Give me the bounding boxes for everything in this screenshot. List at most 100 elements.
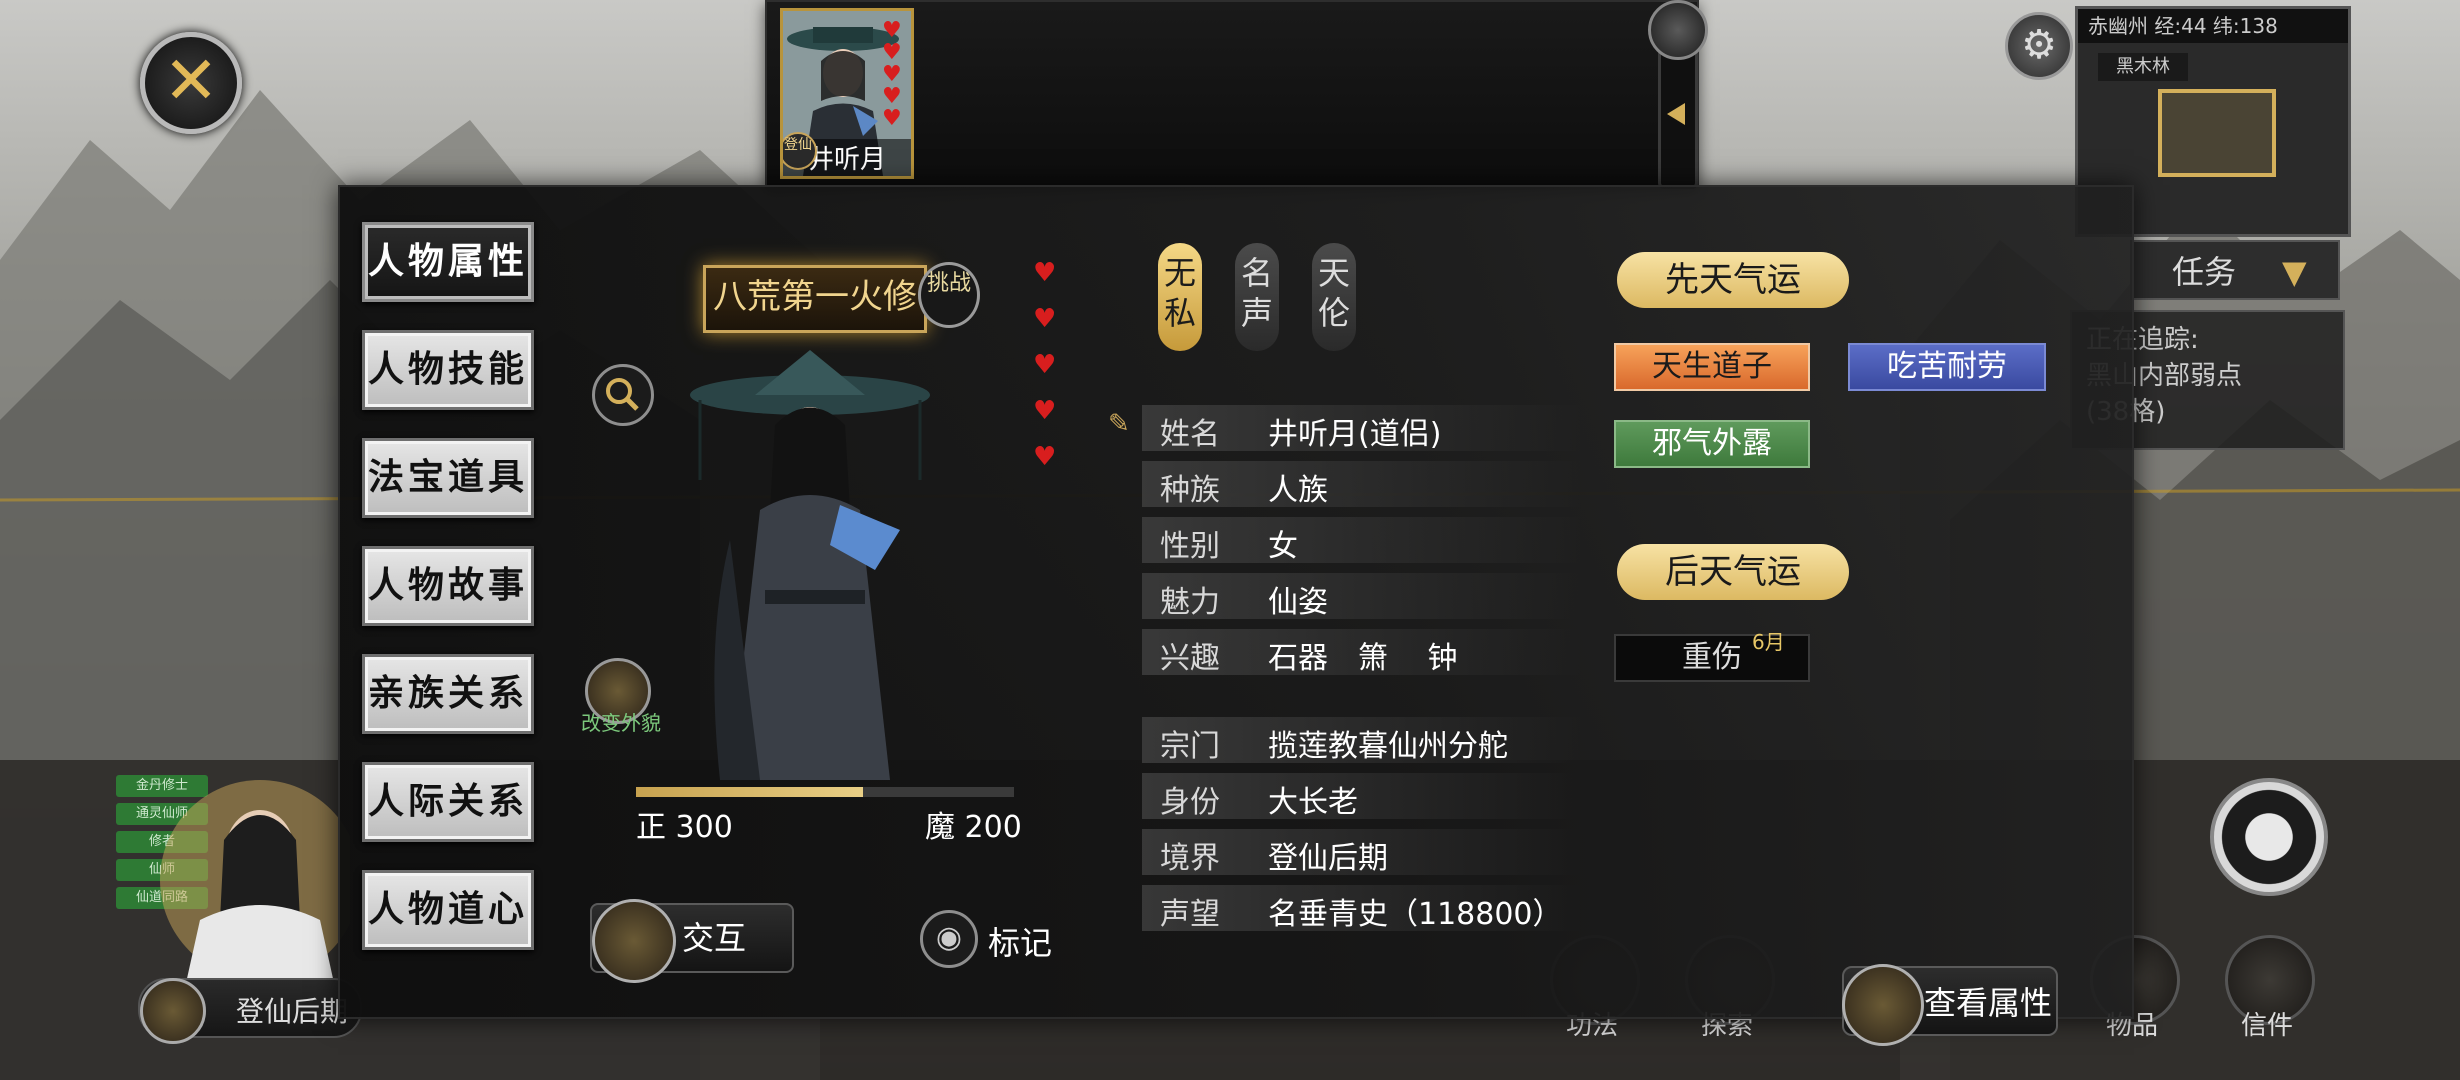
character-figure bbox=[690, 350, 930, 780]
player-avatar[interactable] bbox=[150, 770, 350, 1010]
info-key: 性别 bbox=[1160, 529, 1220, 564]
nav-family[interactable]: 亲族关系 bbox=[362, 654, 534, 734]
minimap-location: 黑木林 bbox=[2098, 53, 2188, 81]
view-attributes-button[interactable]: 查看属性 bbox=[1842, 964, 2058, 1046]
info-key: 宗门 bbox=[1160, 729, 1220, 764]
info-value: 人族 bbox=[1268, 473, 1328, 508]
player-realm-tag[interactable]: 登仙后期 bbox=[138, 978, 362, 1044]
info-value: 石器 箫 钟 bbox=[1268, 641, 1458, 676]
info-key: 声望 bbox=[1160, 897, 1220, 932]
coins-icon[interactable] bbox=[1648, 0, 1708, 60]
tab-text: 天 bbox=[1317, 254, 1350, 292]
realm-badge: 登仙 bbox=[783, 132, 817, 170]
view-attributes-label: 查看属性 bbox=[1924, 984, 2053, 1022]
heart-icon: ♥ bbox=[882, 106, 902, 131]
trait-badge[interactable]: 吃苦耐劳 bbox=[1848, 343, 2046, 391]
player-realm: 登仙后期 bbox=[236, 995, 349, 1028]
nav-treasures[interactable]: 法宝道具 bbox=[362, 438, 534, 518]
righteous-value: 正 300 bbox=[636, 810, 733, 845]
tab-text: 无 bbox=[1163, 254, 1196, 292]
info-row-charm: 魅力 仙姿 bbox=[1142, 573, 1582, 620]
info-key: 兴趣 bbox=[1160, 641, 1220, 676]
task-tab-label: 任务 bbox=[2172, 253, 2237, 291]
figure-icon bbox=[1842, 964, 1924, 1046]
minimap-marker bbox=[2158, 89, 2276, 177]
heart-icon: ♥ bbox=[1033, 442, 1057, 472]
info-key: 种族 bbox=[1160, 473, 1220, 508]
nav-story[interactable]: 人物故事 bbox=[362, 546, 534, 626]
tab-kinship[interactable]: 天 伦 bbox=[1312, 243, 1356, 351]
heart-icon: ♥ bbox=[1033, 396, 1057, 426]
mark-label: 标记 bbox=[988, 924, 1053, 962]
info-key: 身份 bbox=[1160, 785, 1220, 820]
info-value: 大长老 bbox=[1268, 785, 1358, 820]
info-value: 名垂青史（118800） bbox=[1268, 897, 1563, 932]
tab-text: 名 bbox=[1240, 254, 1273, 292]
tab-reputation[interactable]: 名 声 bbox=[1235, 243, 1279, 351]
innate-fortune-header: 先天气运 bbox=[1617, 252, 1849, 308]
demonic-value: 魔 200 bbox=[925, 810, 1022, 845]
zoom-button[interactable] bbox=[592, 364, 654, 426]
info-key: 魅力 bbox=[1160, 585, 1220, 620]
info-row-identity: 身份 大长老 bbox=[1142, 773, 1582, 820]
settings-gear-icon[interactable]: ⚙ bbox=[2005, 12, 2073, 80]
trait-badge[interactable]: 天生道子 bbox=[1614, 343, 1810, 391]
title-badge[interactable]: 八荒第一火修 bbox=[703, 265, 927, 333]
nav-attributes[interactable]: 人物属性 bbox=[362, 222, 534, 302]
info-value: 仙姿 bbox=[1268, 585, 1328, 620]
info-row-race: 种族 人族 bbox=[1142, 461, 1582, 508]
info-value: 登仙后期 bbox=[1268, 841, 1388, 876]
info-key: 姓名 bbox=[1160, 417, 1220, 452]
rename-brush-icon[interactable]: ✎ bbox=[1108, 409, 1142, 443]
trait-badge[interactable]: 邪气外露 bbox=[1614, 420, 1810, 468]
heart-icon: ♥ bbox=[882, 84, 902, 109]
tab-text: 声 bbox=[1240, 294, 1273, 332]
magnifier-icon bbox=[606, 378, 639, 411]
collapse-arrow-icon bbox=[1667, 103, 1685, 125]
info-value: 井听月(道侣) bbox=[1268, 417, 1442, 452]
alignment-bar-fill bbox=[636, 787, 863, 797]
close-button[interactable]: ✕ bbox=[140, 32, 242, 134]
acquired-trait-duration: 6月 bbox=[1752, 630, 1785, 654]
chevron-down-icon: ▼ bbox=[2282, 253, 2307, 291]
hand-icon bbox=[592, 899, 676, 983]
info-row-gender: 性别 女 bbox=[1142, 517, 1582, 564]
close-icon: ✕ bbox=[163, 42, 219, 119]
info-row-name: 姓名 井听月(道侣) bbox=[1142, 405, 1582, 452]
heart-icon: ♥ bbox=[1033, 304, 1057, 334]
change-appearance-label: 改变外貌 bbox=[581, 711, 661, 735]
realm-icon bbox=[140, 978, 206, 1044]
tab-text: 伦 bbox=[1317, 294, 1350, 332]
menu-label: 信件 bbox=[2240, 1011, 2293, 1041]
nav-relations[interactable]: 人际关系 bbox=[362, 762, 534, 842]
info-value: 女 bbox=[1268, 529, 1298, 564]
nav-dao-heart[interactable]: 人物道心 bbox=[362, 870, 534, 950]
info-value: 揽莲教暮仙州分舵 bbox=[1268, 729, 1508, 764]
mark-button[interactable]: ◉ 标记 bbox=[920, 910, 1064, 968]
info-row-interests: 兴趣 石器 箫 钟 bbox=[1142, 629, 1582, 676]
eye-icon: ◉ bbox=[920, 910, 978, 968]
info-row-realm: 境界 登仙后期 bbox=[1142, 829, 1582, 876]
nav-skills[interactable]: 人物技能 bbox=[362, 330, 534, 410]
task-tab[interactable]: 任务 ▼ bbox=[2130, 240, 2340, 300]
top-hearts: ♥ ♥ ♥ ♥ ♥ bbox=[882, 20, 904, 130]
heart-icon: ♥ bbox=[882, 62, 902, 87]
taiji-icon[interactable] bbox=[2210, 778, 2328, 896]
heart-icon: ♥ bbox=[1033, 258, 1057, 288]
heart-icon: ♥ bbox=[1033, 350, 1057, 380]
interact-button[interactable]: 交互 bbox=[590, 899, 794, 983]
heart-icon: ♥ bbox=[882, 40, 902, 65]
tab-selfless[interactable]: 无 私 bbox=[1158, 243, 1202, 351]
challenge-button[interactable]: 挑战 bbox=[918, 262, 980, 328]
info-row-prestige: 声望 名垂青史（118800） bbox=[1142, 885, 1582, 932]
challenge-label: 挑战 bbox=[926, 271, 971, 296]
tab-text: 私 bbox=[1163, 294, 1196, 332]
affection-hearts: ♥ ♥ ♥ ♥ ♥ bbox=[1033, 258, 1057, 472]
info-key: 境界 bbox=[1160, 841, 1220, 876]
alignment-bar bbox=[636, 787, 1014, 797]
interact-label: 交互 bbox=[682, 919, 747, 957]
heart-icon: ♥ bbox=[882, 18, 902, 43]
minimap-title: 赤幽州 经:44 纬:138 bbox=[2078, 9, 2348, 43]
info-row-sect: 宗门 揽莲教暮仙州分舵 bbox=[1142, 717, 1582, 764]
acquired-fortune-header: 后天气运 bbox=[1617, 544, 1849, 600]
